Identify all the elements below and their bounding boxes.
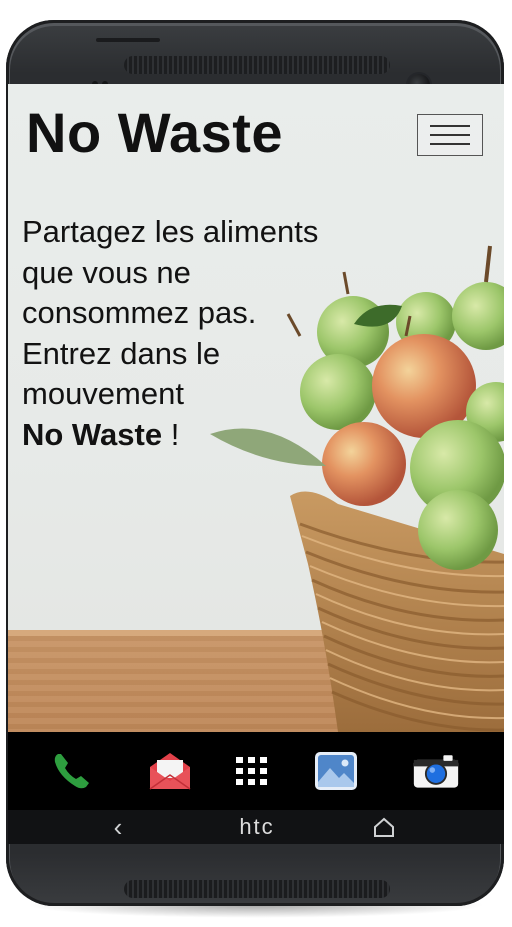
- bottom-speaker: [124, 880, 390, 898]
- back-icon[interactable]: ‹: [106, 812, 130, 842]
- system-navbar: ‹ htc: [8, 810, 504, 844]
- tagline-line: mouvement: [22, 376, 184, 411]
- camera-icon[interactable]: [412, 750, 460, 792]
- hamburger-menu-icon: [430, 125, 470, 127]
- brand-emphasis: No Waste: [22, 416, 163, 452]
- hamburger-menu-icon: [430, 143, 470, 145]
- mail-icon[interactable]: [146, 750, 194, 792]
- app-dock: [8, 732, 504, 810]
- earpiece-speaker: [124, 56, 390, 74]
- app-title: No Waste: [26, 101, 284, 164]
- app-grid-icon[interactable]: [228, 750, 276, 792]
- tagline-line: Entrez dans le: [22, 335, 221, 371]
- tagline-line: Partagez les aliments: [22, 214, 319, 249]
- phone-icon[interactable]: [48, 750, 96, 792]
- htc-logo: htc: [239, 814, 274, 839]
- app-screen: No Waste Partagez les aliments que vous …: [8, 84, 504, 732]
- tagline-line: que vous ne: [22, 254, 191, 290]
- tagline-line: consommez pas.: [22, 295, 257, 330]
- tagline-suffix: !: [162, 416, 180, 452]
- hamburger-menu-icon: [430, 134, 470, 136]
- menu-button[interactable]: [417, 114, 483, 156]
- hero-tagline: Partagez les aliments que vous ne consom…: [22, 212, 382, 455]
- home-icon[interactable]: [372, 816, 396, 838]
- gallery-icon[interactable]: [312, 750, 360, 792]
- svg-text:htc: htc: [239, 814, 274, 839]
- top-slot: [96, 38, 160, 42]
